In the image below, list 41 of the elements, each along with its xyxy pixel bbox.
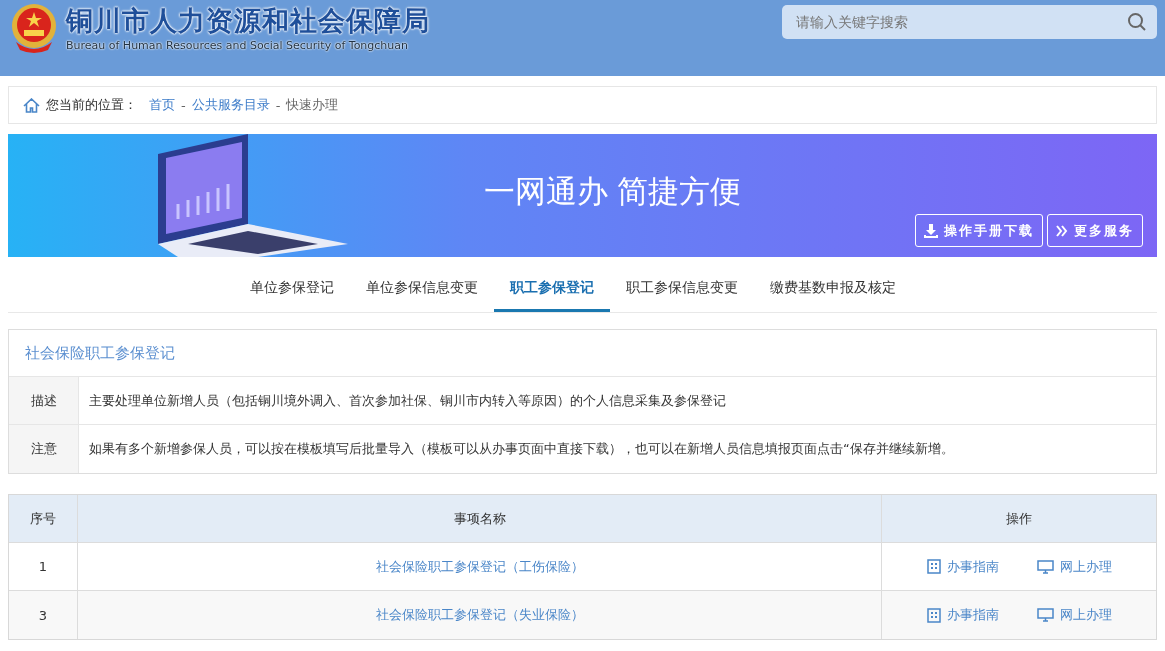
breadcrumb-separator: - [181, 97, 186, 113]
guide-link[interactable]: 办事指南 [926, 557, 999, 576]
breadcrumb-current: 快速办理 [286, 96, 339, 114]
online-service-link[interactable]: 网上办理 [1036, 557, 1112, 576]
site-title: 铜川市人力资源和社会保障局 [66, 4, 430, 37]
column-header: 操作 [1005, 509, 1033, 528]
online-service-link[interactable]: 网上办理 [1036, 606, 1112, 624]
info-label: 注意 [9, 425, 79, 473]
column-header: 事项名称 [78, 495, 882, 542]
monitor-icon [1036, 559, 1054, 574]
item-link[interactable]: 社会保险职工参保登记（失业保险） [375, 606, 584, 624]
service-tab[interactable]: 缴费基数申报及核定 [753, 267, 912, 312]
building-icon [926, 607, 941, 623]
banner-slogan: 一网通办 简捷方便 [483, 171, 742, 211]
breadcrumb-label: 您当前的位置： [46, 96, 137, 114]
breadcrumb-link[interactable]: 公共服务目录 [191, 96, 270, 114]
column-header: 序号 [9, 495, 78, 542]
info-label: 描述 [9, 377, 79, 424]
service-tab[interactable]: 职工参保信息变更 [609, 267, 754, 312]
more-services-button[interactable]: 更多服务 [1047, 214, 1143, 247]
service-tab[interactable]: 职工参保登记 [493, 267, 610, 312]
breadcrumb-separator: - [275, 97, 281, 113]
info-title: 社会保险职工参保登记 [9, 330, 1156, 377]
info-text: 主要处理单位新增人员（包括铜川境外调入、首次参加社保、铜川市内转入等原因）的个人信息采集及参保登记 [88, 391, 727, 410]
service-tab[interactable]: 单位参保登记 [233, 267, 350, 312]
download-icon [924, 223, 938, 238]
guide-link[interactable]: 办事指南 [926, 606, 999, 624]
row-number: 1 [9, 543, 78, 590]
manual-download-button[interactable]: 操作手册下载 [915, 214, 1043, 247]
row-number: 3 [9, 591, 78, 639]
search-field[interactable]: 请输入关键字搜索 [782, 5, 1157, 39]
double-chevron-icon [1056, 224, 1068, 237]
service-tab[interactable]: 单位参保信息变更 [349, 267, 494, 312]
site-subtitle: Bureau of Human Resources and Social Security of Tongchuan [66, 38, 410, 52]
breadcrumb-link[interactable]: 首页 [149, 96, 175, 114]
building-icon [926, 559, 941, 574]
monitor-icon [1036, 608, 1054, 622]
item-link[interactable]: 社会保险职工参保登记（工伤保险） [375, 557, 584, 576]
search-icon[interactable] [1127, 12, 1147, 32]
info-text: 如果有多个新增参保人员，可以按在模板填写后批量导入（模板可以从办事页面中直接下载），也可以在新增人员信息填报页面点击“保存并继续新增。 [88, 440, 955, 458]
home-icon [23, 97, 40, 113]
